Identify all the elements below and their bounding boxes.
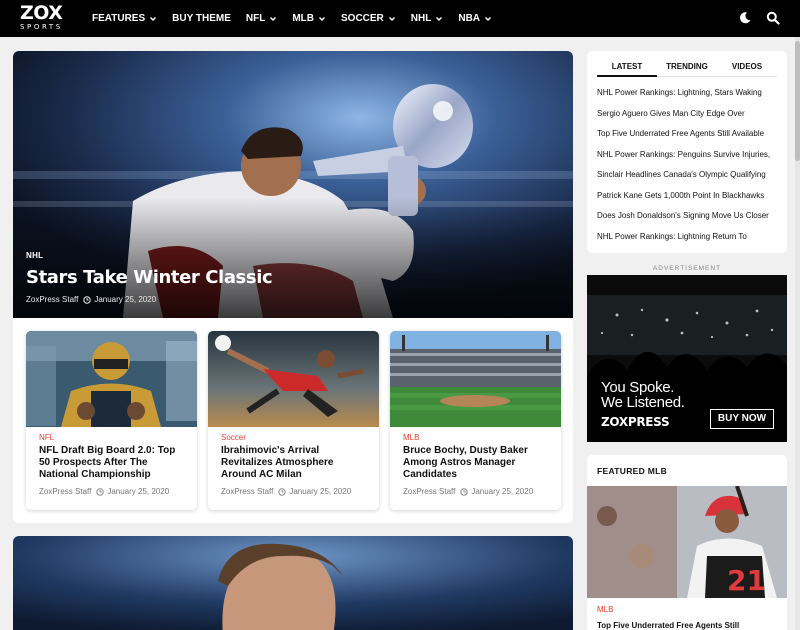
card-title[interactable]: Ibrahimovic's Arrival Revitalizes Atmosp… [221, 445, 371, 481]
clock-icon [83, 295, 92, 304]
nav-icons [738, 11, 780, 25]
hero-date: January 25, 2020 [94, 295, 157, 304]
hero-title[interactable]: Stars Take Winter Classic [26, 267, 273, 288]
nav-label: FEATURES [92, 13, 146, 24]
featured-category[interactable]: MLB [597, 605, 613, 614]
list-item[interactable]: Sergio Aguero Gives Man City Edge Over [597, 108, 777, 129]
card-category[interactable]: MLB [403, 433, 419, 442]
logo-sub-text: SPORTS [20, 23, 63, 31]
buy-now-button[interactable]: BUY NOW [710, 409, 774, 429]
clock-icon [96, 487, 105, 496]
card-author: ZoxPress Staff [403, 487, 456, 496]
svg-text:21: 21 [727, 564, 766, 597]
card-category[interactable]: NFL [39, 433, 54, 442]
tab-latest[interactable]: LATEST [597, 57, 657, 77]
tab-videos[interactable]: VIDEOS [717, 57, 777, 76]
ad-line-1: You Spoke. [601, 379, 675, 396]
moon-icon[interactable] [738, 11, 752, 25]
hero-caption: NHL Stars Take Winter Classic ZoxPress S… [26, 251, 273, 304]
ad-line-2: We Listened. [601, 394, 685, 411]
nav-item-buy-theme[interactable]: BUY THEME [172, 13, 231, 24]
top-navbar: ZOX SPORTS FEATURES BUY THEME NFL MLB SO… [0, 0, 800, 37]
card-meta: ZoxPress Staff January 25, 2020 [39, 487, 169, 496]
advertisement-label: ADVERTISEMENT [652, 265, 722, 272]
list-item[interactable]: Patrick Kane Gets 1,000th Point In Black… [597, 190, 777, 211]
chevron-down-icon [388, 16, 395, 21]
ad-headline: You Spoke. We Listened. [601, 380, 685, 410]
card-image [26, 331, 197, 427]
card-date: January 25, 2020 [289, 487, 352, 496]
card-meta: ZoxPress Staff January 25, 2020 [403, 487, 533, 496]
hero-meta: ZoxPress Staff January 25, 2020 [26, 295, 272, 304]
featured-heading: FEATURED MLB [597, 466, 668, 476]
nav-label: MLB [292, 13, 314, 24]
featured-title[interactable]: Top Five Underrated Free Agents Still [597, 621, 739, 630]
nav-label: NBA [458, 13, 481, 24]
main-nav: FEATURES BUY THEME NFL MLB SOCCER NHL NB… [92, 0, 507, 37]
list-item[interactable]: Sinclair Headlines Canada's Olympic Qual… [597, 169, 777, 190]
clock-icon [278, 487, 287, 496]
card-author: ZoxPress Staff [39, 487, 92, 496]
card-title[interactable]: Bruce Bochy, Dusty Baker Among Astros Ma… [403, 445, 553, 481]
chevron-down-icon [485, 16, 492, 21]
search-icon[interactable] [766, 11, 780, 25]
hero-article[interactable]: NHL Stars Take Winter Classic ZoxPress S… [13, 51, 573, 318]
tab-bar: LATEST TRENDING VIDEOS [597, 57, 777, 77]
chevron-down-icon [150, 16, 157, 21]
tab-trending[interactable]: TRENDING [657, 57, 717, 76]
nav-item-features[interactable]: FEATURES [92, 13, 157, 24]
chevron-down-icon [319, 16, 325, 21]
list-item[interactable]: NHL Power Rankings: Lightning, Stars Wak… [597, 87, 777, 108]
featured-mlb-widget: FEATURED MLB 21 MLB Top Five Underrated … [587, 455, 787, 630]
article-card-soccer[interactable]: Soccer Ibrahimovic's Arrival Revitalizes… [208, 331, 379, 510]
list-item[interactable]: NHL Power Rankings: Lightning Return To [597, 231, 777, 252]
card-date: January 25, 2020 [107, 487, 170, 496]
logo-main-text: ZOX [20, 2, 63, 24]
featured-panel: NHL Stars Take Winter Classic ZoxPress S… [13, 51, 573, 523]
scrollbar-thumb[interactable] [795, 41, 800, 161]
nav-item-nba[interactable]: NBA [458, 13, 492, 24]
sidebar-tabs-widget: LATEST TRENDING VIDEOS NHL Power Ranking… [587, 51, 787, 253]
nav-label: NFL [245, 13, 266, 24]
article-card-mlb[interactable]: MLB Bruce Bochy, Dusty Baker Among Astro… [390, 331, 561, 510]
site-logo[interactable]: ZOX SPORTS [20, 4, 75, 32]
nav-label: BUY THEME [172, 13, 231, 24]
card-date: January 25, 2020 [471, 487, 534, 496]
hero-author: ZoxPress Staff [26, 295, 79, 304]
card-author: ZoxPress Staff [221, 487, 274, 496]
card-title[interactable]: NFL Draft Big Board 2.0: Top 50 Prospect… [39, 445, 189, 481]
nav-label: SOCCER [341, 13, 384, 24]
article-cards: NFL NFL Draft Big Board 2.0: Top 50 Pros… [26, 331, 561, 510]
page-scrollbar[interactable] [795, 37, 800, 630]
advertisement-banner[interactable]: You Spoke. We Listened. ZOXPRESS BUY NOW [587, 275, 787, 442]
ad-brand: ZOXPRESS [601, 415, 670, 429]
featured-image[interactable]: 21 [587, 486, 787, 598]
nav-item-nfl[interactable]: NFL [246, 13, 277, 24]
second-article-image[interactable] [13, 536, 573, 630]
nav-item-mlb[interactable]: MLB [292, 13, 326, 24]
latest-list: NHL Power Rankings: Lightning, Stars Wak… [597, 87, 777, 251]
clock-icon [460, 487, 469, 496]
chevron-down-icon [270, 16, 277, 21]
list-item[interactable]: Does Josh Donaldson's Signing Move Us Cl… [597, 210, 777, 231]
card-image [208, 331, 379, 427]
card-category[interactable]: Soccer [221, 433, 246, 442]
list-item[interactable]: Top Five Underrated Free Agents Still Av… [597, 128, 777, 149]
nav-item-soccer[interactable]: SOCCER [341, 13, 396, 24]
card-meta: ZoxPress Staff January 25, 2020 [221, 487, 351, 496]
chevron-down-icon [436, 16, 443, 21]
list-item[interactable]: NHL Power Rankings: Penguins Survive Inj… [597, 149, 777, 170]
nav-label: NHL [410, 13, 432, 24]
card-image [390, 331, 561, 427]
article-card-nfl[interactable]: NFL NFL Draft Big Board 2.0: Top 50 Pros… [26, 331, 197, 510]
nav-item-nhl[interactable]: NHL [411, 13, 444, 24]
hero-category[interactable]: NHL [26, 251, 272, 260]
